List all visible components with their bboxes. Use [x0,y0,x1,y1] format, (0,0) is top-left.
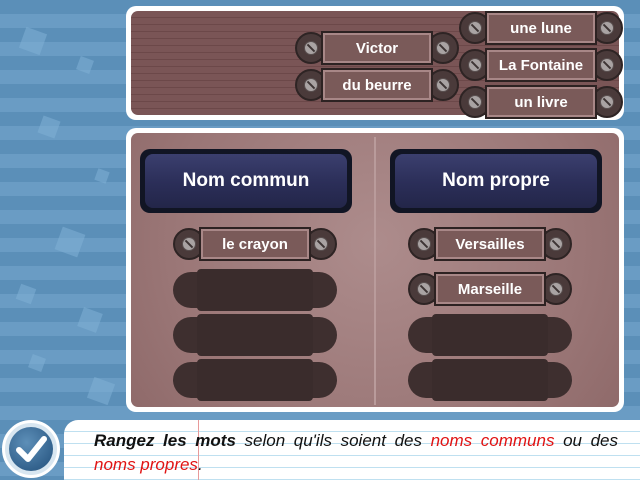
check-icon [16,436,47,462]
placed-word-versailles[interactable]: Versailles [408,227,572,261]
word-label: Victor [321,31,433,65]
word-label: une lune [485,11,597,45]
screw-icon [436,78,450,92]
empty-drop-slot[interactable] [408,359,572,401]
instruction-span: ou des [554,431,619,450]
screw-icon [468,21,482,35]
screw-icon [600,21,614,35]
screw-icon [549,282,563,296]
screw-icon [314,237,328,251]
instruction-highlight: noms communs [430,431,555,450]
screw-icon [549,237,563,251]
instruction-panel: Rangez les mots selon qu'ils soient des … [64,420,640,480]
word-label: La Fontaine [485,48,597,82]
empty-drop-slot[interactable] [173,314,337,356]
column-header-nom-propre: Nom propre [390,149,602,213]
instruction-bold: Rangez les mots [94,431,236,450]
bg-decoration [77,307,103,333]
bg-decoration [18,26,48,56]
word-label: un livre [485,85,597,119]
screw-icon [304,78,318,92]
column-divider [374,137,376,405]
instruction-span: selon qu'ils soient des [235,431,431,450]
screw-icon [600,95,614,109]
bg-decoration [37,115,61,139]
placed-word-le-crayon[interactable]: le crayon [173,227,337,261]
column-header-label: Nom commun [145,154,347,208]
check-button-face [9,427,53,471]
word-bank-area: Victor du beurre une lune La Fontaine un… [131,11,623,119]
sort-board-area: Nom commun le crayon Nom propre Versaill… [131,133,619,407]
word-label: Marseille [434,272,546,306]
bg-decoration [94,168,110,184]
word-tag-une-lune[interactable]: une lune [459,11,623,45]
word-label: du beurre [321,68,433,102]
instruction-span: . [197,455,203,474]
screw-icon [417,282,431,296]
screw-icon [468,58,482,72]
empty-drop-slot[interactable] [408,314,572,356]
bg-decoration [86,376,116,406]
empty-drop-slot[interactable] [173,269,337,311]
screw-icon [468,95,482,109]
bg-decoration [15,283,37,305]
check-button[interactable] [2,420,60,478]
word-tag-victor[interactable]: Victor [295,31,459,65]
sort-board: Nom commun le crayon Nom propre Versaill… [126,128,624,412]
column-header-nom-commun: Nom commun [140,149,352,213]
word-label: Versailles [434,227,546,261]
instruction-text: Rangez les mots selon qu'ils soient des … [94,429,618,477]
word-label: le crayon [199,227,311,261]
bg-decoration [28,354,46,372]
word-tag-la-fontaine[interactable]: La Fontaine [459,48,623,82]
screw-icon [436,41,450,55]
bg-decoration [54,226,86,258]
screw-icon [304,41,318,55]
screw-icon [600,58,614,72]
placed-word-marseille[interactable]: Marseille [408,272,572,306]
empty-drop-slot[interactable] [173,359,337,401]
bg-decoration [76,56,94,74]
screw-icon [417,237,431,251]
column-header-label: Nom propre [395,154,597,208]
word-tag-du-beurre[interactable]: du beurre [295,68,459,102]
instruction-highlight: noms propres [94,455,198,474]
word-tag-un-livre[interactable]: un livre [459,85,623,119]
screw-icon [182,237,196,251]
word-bank-panel: Victor du beurre une lune La Fontaine un… [126,6,624,120]
